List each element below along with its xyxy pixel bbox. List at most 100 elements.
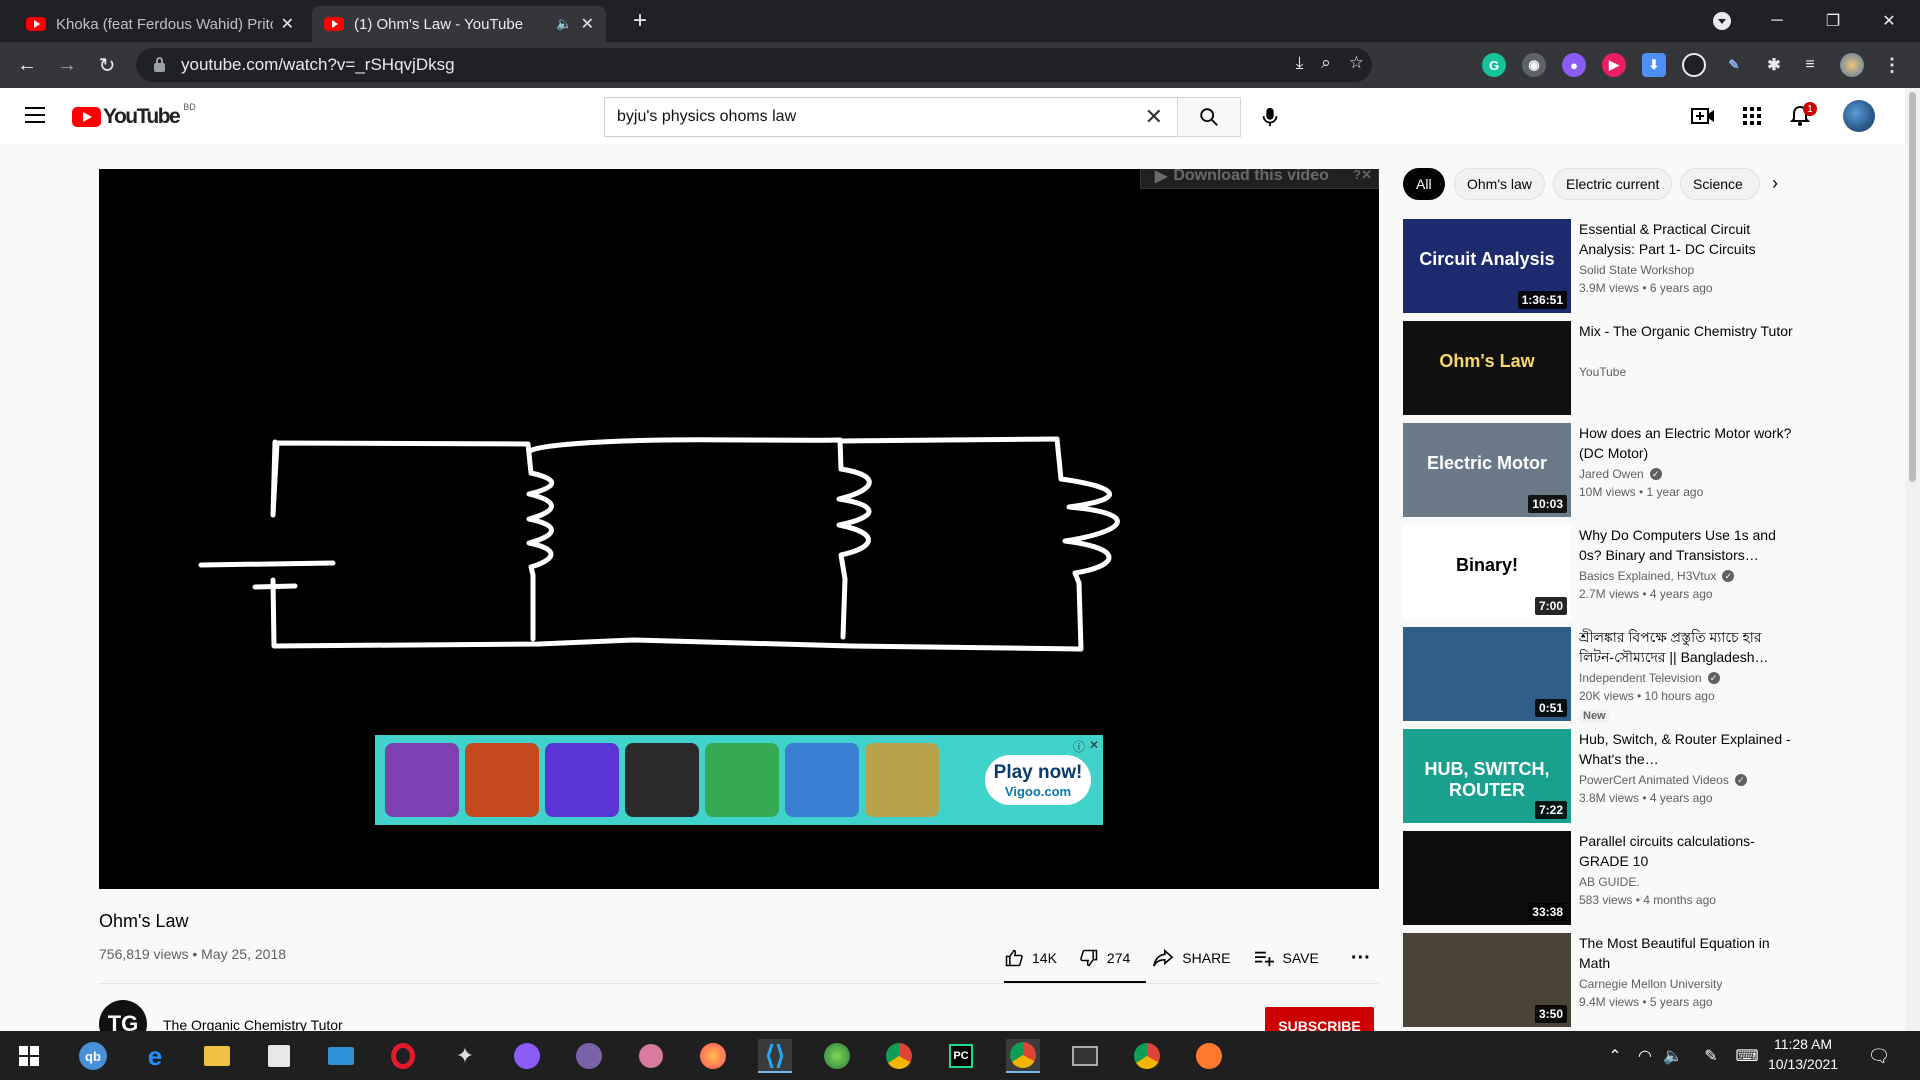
recommendation-card[interactable]: 0:51 শ্রীলঙ্কার বিপক্ষে প্রস্তুতি ম্যাচে …: [1403, 627, 1803, 723]
chip-science[interactable]: Science: [1680, 168, 1760, 200]
action-center-icon[interactable]: 🗨: [1862, 1039, 1896, 1073]
more-actions-icon[interactable]: ···: [1351, 947, 1371, 970]
recommendation-card[interactable]: Electric Motor 10:03 How does an Electric …: [1403, 423, 1803, 517]
windows-start-icon[interactable]: [12, 1039, 46, 1073]
recommendation-title[interactable]: Hub, Switch, & Router Explained - What's…: [1579, 729, 1795, 769]
video-player[interactable]: ▶ Download this video ?✕ Play now! Vigoo…: [99, 169, 1379, 889]
recommendation-card[interactable]: Circuit Analysis 1:36:51 Essential & Pract…: [1403, 219, 1803, 313]
recommendation-card[interactable]: 33:38 Parallel circuits calculations- GRA…: [1403, 831, 1803, 925]
reload-button[interactable]: ↻: [93, 51, 121, 79]
volume-icon[interactable]: 🔈: [1656, 1039, 1690, 1073]
install-app-icon[interactable]: ⤓: [1296, 53, 1304, 73]
pen-input-icon[interactable]: ✎: [1694, 1039, 1728, 1073]
new-tab-button[interactable]: +: [625, 6, 655, 36]
scrollbar-thumb[interactable]: [1909, 92, 1916, 482]
messenger-icon[interactable]: [510, 1039, 544, 1073]
recommendation-title[interactable]: Mix - The Organic Chemistry Tutor: [1579, 321, 1795, 341]
close-window-button[interactable]: ✕: [1866, 0, 1912, 42]
globe-app-icon[interactable]: [820, 1039, 854, 1073]
recommendation-channel[interactable]: Solid State Workshop: [1579, 263, 1694, 277]
close-tab-icon[interactable]: ✕: [281, 14, 294, 34]
ad-game-tile[interactable]: [705, 743, 779, 817]
extension-icon[interactable]: ●: [1562, 53, 1586, 77]
speaker-icon[interactable]: 🔈: [556, 16, 572, 32]
close-icon[interactable]: ✕: [1089, 738, 1099, 755]
video-thumbnail[interactable]: HUB, SWITCH, ROUTER 7:22: [1403, 729, 1571, 823]
game-ad-banner[interactable]: Play now! Vigoo.com ⓘ ✕: [375, 735, 1103, 825]
video-thumbnail[interactable]: Ohm's Law: [1403, 321, 1571, 415]
recommendation-card[interactable]: 3:50 The Most Beautiful Equation in Math C…: [1403, 933, 1803, 1027]
forward-button[interactable]: →: [53, 51, 81, 79]
video-thumbnail[interactable]: Electric Motor 10:03: [1403, 423, 1571, 517]
app-icon[interactable]: [634, 1039, 668, 1073]
extension-icon[interactable]: [1682, 53, 1706, 77]
recommendation-card[interactable]: Ohm's Law Mix - The Organic Chemistry Tut…: [1403, 321, 1803, 415]
voice-search-button[interactable]: [1250, 97, 1290, 137]
chevron-right-icon[interactable]: ›: [1772, 173, 1778, 194]
edge-icon[interactable]: e: [138, 1039, 172, 1073]
reading-list-icon[interactable]: ≡: [1798, 53, 1822, 77]
grammarly-extension-icon[interactable]: G: [1482, 53, 1506, 77]
github-icon[interactable]: [572, 1039, 606, 1073]
maximize-window-button[interactable]: ❐: [1810, 0, 1856, 42]
search-input[interactable]: byju's physics ohoms law ✕: [604, 97, 1177, 137]
ad-game-tile[interactable]: [465, 743, 539, 817]
recommendation-title[interactable]: শ্রীলঙ্কার বিপক্ষে প্রস্তুতি ম্যাচে হার …: [1579, 627, 1795, 667]
recommendation-title[interactable]: How does an Electric Motor work? (DC Mot…: [1579, 423, 1795, 463]
satellite-app-icon[interactable]: ✦: [448, 1039, 482, 1073]
account-avatar[interactable]: [1843, 100, 1875, 132]
recommendation-title[interactable]: Why Do Computers Use 1s and 0s? Binary a…: [1579, 525, 1795, 565]
qbittorrent-icon[interactable]: qb: [76, 1039, 110, 1073]
video-thumbnail[interactable]: 33:38: [1403, 831, 1571, 925]
camera-extension-icon[interactable]: ◉: [1522, 53, 1546, 77]
dislike-button[interactable]: 274: [1079, 948, 1130, 968]
keyboard-icon[interactable]: ⌨: [1730, 1039, 1764, 1073]
recommendation-channel[interactable]: Carnegie Mellon University: [1579, 977, 1722, 991]
ad-game-tile[interactable]: [785, 743, 859, 817]
video-thumbnail[interactable]: Circuit Analysis 1:36:51: [1403, 219, 1571, 313]
show-hidden-icons-chevron-icon[interactable]: ⌃: [1598, 1039, 1632, 1073]
zoom-icon[interactable]: ⌕: [1321, 53, 1331, 73]
recommendation-title[interactable]: Essential & Practical Circuit Analysis: …: [1579, 219, 1795, 259]
pycharm-icon[interactable]: PC: [944, 1039, 978, 1073]
chip-electric-current[interactable]: Electric current: [1553, 168, 1673, 200]
ad-game-tile[interactable]: [545, 743, 619, 817]
terminal-icon[interactable]: [1068, 1039, 1102, 1073]
ad-info-icon[interactable]: ⓘ: [1073, 738, 1085, 755]
chip-ohms-law[interactable]: Ohm's law: [1454, 168, 1545, 200]
ad-close-controls[interactable]: ⓘ ✕: [1073, 738, 1099, 755]
play-extension-icon[interactable]: ▶: [1602, 53, 1626, 77]
recommendation-channel[interactable]: Independent Television ✓: [1579, 671, 1720, 685]
chrome-active-icon[interactable]: [1006, 1039, 1040, 1073]
minimize-window-button[interactable]: ─: [1754, 0, 1800, 42]
search-query[interactable]: byju's physics ohoms law: [617, 108, 1145, 126]
microsoft-store-icon[interactable]: [262, 1039, 296, 1073]
recommendation-channel[interactable]: PowerCert Animated Videos ✓: [1579, 773, 1747, 787]
create-video-button[interactable]: [1691, 104, 1715, 128]
opera-icon[interactable]: [386, 1039, 420, 1073]
browser-tab-ohms-law[interactable]: (1) Ohm's Law - YouTube 🔈 ✕: [312, 6, 606, 42]
video-thumbnail[interactable]: 0:51: [1403, 627, 1571, 721]
recommendation-channel[interactable]: AB GUIDE.: [1579, 875, 1640, 889]
hamburger-menu-icon[interactable]: [25, 107, 45, 123]
browser-tab-khoka[interactable]: Khoka (feat Ferdous Wahid) Prito ✕: [14, 6, 306, 42]
close-tab-icon[interactable]: ✕: [581, 14, 594, 34]
pen-extension-icon[interactable]: ✎: [1722, 53, 1746, 77]
share-button[interactable]: SHARE: [1152, 948, 1231, 968]
profile-avatar-icon[interactable]: [1840, 53, 1864, 77]
clear-search-icon[interactable]: ✕: [1145, 104, 1163, 130]
mail-icon[interactable]: [324, 1039, 358, 1073]
back-button[interactable]: ←: [13, 51, 41, 79]
apps-button[interactable]: [1740, 104, 1764, 128]
compass-app-icon[interactable]: [1192, 1039, 1226, 1073]
system-clock[interactable]: 11:28 AM 10/13/2021: [1768, 1034, 1838, 1074]
recommendation-title[interactable]: Parallel circuits calculations- GRADE 10: [1579, 831, 1795, 871]
recommendation-channel[interactable]: Jared Owen ✓: [1579, 467, 1662, 481]
download-extension-icon[interactable]: ⬇: [1642, 53, 1666, 77]
ad-game-tile[interactable]: [385, 743, 459, 817]
bookmark-star-icon[interactable]: ☆: [1349, 53, 1364, 73]
tab-search-button[interactable]: [1713, 12, 1731, 30]
extensions-puzzle-icon[interactable]: ✱: [1762, 53, 1786, 77]
ad-game-tile[interactable]: [625, 743, 699, 817]
chrome-profile-icon[interactable]: [1130, 1039, 1164, 1073]
